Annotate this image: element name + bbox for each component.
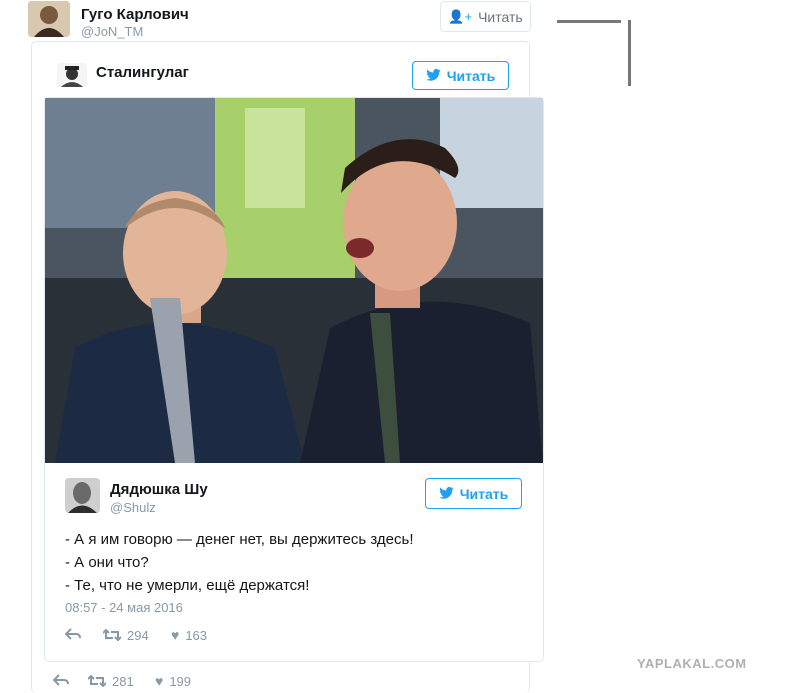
outer-like-button[interactable]: ♥ 199: [155, 673, 191, 689]
outer-follow-button[interactable]: 👤+ Читать: [440, 1, 531, 32]
outer-action-bar: 281 ♥ 199: [52, 673, 191, 689]
outer-follow-label: Читать: [478, 8, 523, 25]
inner-author-name[interactable]: Дядюшка Шу: [110, 481, 208, 498]
inner-retweet-button[interactable]: 294: [103, 628, 171, 643]
twitter-bird-icon: [439, 486, 454, 502]
sidebar-divider: [557, 20, 621, 23]
inner-follow-label: Читать: [459, 485, 509, 502]
outer-like-count: 199: [169, 673, 192, 689]
middle-follow-label: Читать: [446, 67, 496, 84]
tweet-text-line: - А они что?: [65, 554, 149, 571]
inner-retweet-count: 294: [127, 627, 149, 643]
outer-retweet-button[interactable]: 281: [88, 674, 155, 689]
middle-follow-button[interactable]: Читать: [412, 61, 509, 90]
inner-like-count: 163: [185, 627, 208, 643]
retweet-icon: [88, 675, 106, 687]
heart-icon: ♥: [155, 673, 164, 689]
inner-action-bar: 294 ♥ 163: [64, 627, 207, 643]
portrait-icon: [28, 1, 70, 37]
inner-follow-button[interactable]: Читать: [425, 478, 522, 509]
site-watermark: YAPLAKAL.COM: [637, 656, 747, 671]
tweet-text-line: - А я им говорю — денег нет, вы держитес…: [65, 531, 414, 548]
tweet-text-line: - Те, что не умерли, ещё держатся!: [65, 577, 310, 594]
retweet-icon: [103, 629, 121, 641]
inner-author-handle[interactable]: @Shulz: [110, 500, 156, 515]
twitter-bird-icon: [426, 68, 441, 84]
inner-timestamp[interactable]: 08:57 - 24 мая 2016: [65, 600, 183, 615]
inner-avatar[interactable]: [65, 478, 100, 513]
outer-retweet-count: 281: [112, 673, 134, 689]
outer-author-name[interactable]: Гуго Карлович: [81, 6, 189, 23]
middle-author-name[interactable]: Сталингулаг: [96, 64, 189, 81]
inner-like-button[interactable]: ♥ 163: [171, 627, 207, 643]
old-man-portrait-icon: [65, 478, 100, 513]
photo-image: [45, 98, 543, 463]
soldier-icon: [57, 63, 87, 87]
reply-icon[interactable]: [52, 673, 88, 689]
middle-avatar[interactable]: [57, 63, 87, 87]
sidebar-divider-vertical: [628, 20, 631, 86]
reply-icon[interactable]: [64, 627, 103, 643]
outer-author-handle[interactable]: @JoN_TM: [81, 24, 143, 39]
tweet-photo[interactable]: [45, 98, 543, 463]
inner-tweet-text: - А я им говорю — денег нет, вы держитес…: [65, 528, 414, 597]
outer-avatar[interactable]: [28, 1, 70, 37]
add-user-icon: 👤+: [448, 8, 473, 24]
heart-icon: ♥: [171, 627, 180, 643]
